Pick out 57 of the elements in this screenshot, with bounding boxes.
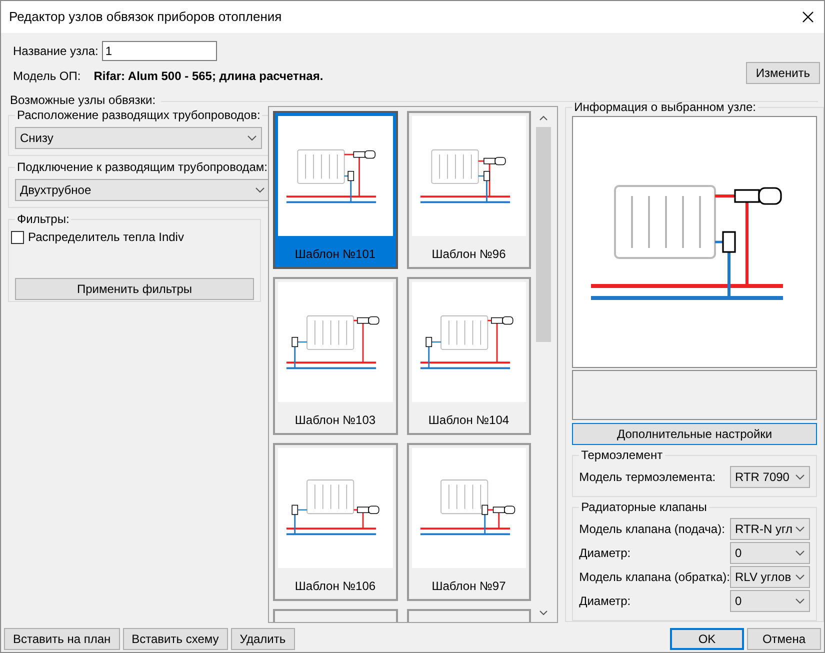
field-label: Модель термоэлемента:	[579, 469, 716, 486]
dropdown[interactable]: Снизу	[15, 127, 262, 149]
node-name-field[interactable]: 1	[102, 41, 218, 61]
chevron-down-icon	[795, 574, 805, 580]
template-tile[interactable]: Шаблон №96	[406, 111, 531, 269]
template-tile[interactable]: Шаблон №106	[273, 443, 398, 601]
group-title: Подключение к разводящим трубопроводам:	[16, 159, 269, 176]
dropdown[interactable]: Двухтрубное	[15, 179, 270, 201]
chevron-down-icon	[247, 135, 258, 141]
group-title: Радиаторные клапаны	[580, 499, 708, 516]
template-tile[interactable]: Шаблон №101	[273, 111, 398, 269]
button[interactable]: Отмена	[747, 628, 821, 650]
template-label: Шаблон №104	[427, 412, 510, 429]
button[interactable]: Дополнительные настройки	[572, 423, 817, 445]
chevron-down-icon	[795, 526, 805, 532]
chevron-down-icon[interactable]	[539, 610, 548, 616]
chevron-down-icon	[795, 598, 805, 604]
dropdown[interactable]: 0	[730, 590, 810, 612]
chevron-up-icon[interactable]	[539, 115, 548, 121]
button[interactable]: Изменить	[746, 62, 820, 84]
group-title: Термоэлемент	[580, 447, 664, 464]
dropdown[interactable]: 0	[730, 542, 810, 564]
group-title: Фильтры:	[16, 211, 70, 228]
template-label: Шаблон №96	[430, 246, 507, 263]
model-value: Rifar: Alum 500 - 565; длина расчетная.	[94, 68, 324, 85]
chevron-down-icon	[795, 474, 805, 480]
template-tile[interactable]: Шаблон №103	[273, 277, 398, 435]
template-label: Шаблон №103	[294, 412, 377, 429]
button[interactable]: Удалить	[230, 628, 295, 650]
checkbox-label: Распределитель тепла Indiv	[28, 229, 184, 246]
field-label: Модель клапана (подача):	[579, 521, 725, 538]
chevron-down-icon	[254, 187, 265, 193]
template-label: Шаблон №101	[294, 246, 377, 263]
close-icon[interactable]	[802, 11, 814, 23]
dropdown[interactable]: RLV углов	[730, 566, 810, 588]
group-title: Расположение разводящих трубопроводов:	[16, 107, 262, 124]
button[interactable]: Применить фильтры	[15, 278, 254, 300]
group-title: Информация о выбранном узле:	[573, 99, 757, 116]
button[interactable]: Вставить на план	[4, 628, 120, 650]
template-tile[interactable]: Шаблон №104	[406, 277, 531, 435]
field-label: Диаметр:	[579, 593, 631, 610]
template-label: Шаблон №97	[430, 578, 507, 595]
scrollbar-thumb[interactable]	[536, 127, 551, 342]
section-title: Возможные узлы обвязки:	[9, 92, 157, 109]
field-label: Название узла:	[13, 43, 98, 60]
checkbox[interactable]	[11, 230, 24, 244]
field-label: Диаметр:	[579, 545, 631, 562]
button[interactable]: OK	[670, 628, 744, 650]
field-label: Модель клапана (обратка):	[579, 569, 730, 586]
dropdown[interactable]: RTR-N угл	[730, 518, 810, 540]
dropdown[interactable]: RTR 7090	[730, 466, 810, 488]
button[interactable]: Вставить схему	[122, 628, 228, 650]
template-tile[interactable]: Шаблон №97	[406, 443, 531, 601]
chevron-down-icon	[795, 550, 805, 556]
template-label: Шаблон №106	[294, 578, 377, 595]
field-label: Модель ОП:	[13, 68, 81, 85]
window-title: Редактор узлов обвязок приборов отопления	[9, 8, 282, 26]
